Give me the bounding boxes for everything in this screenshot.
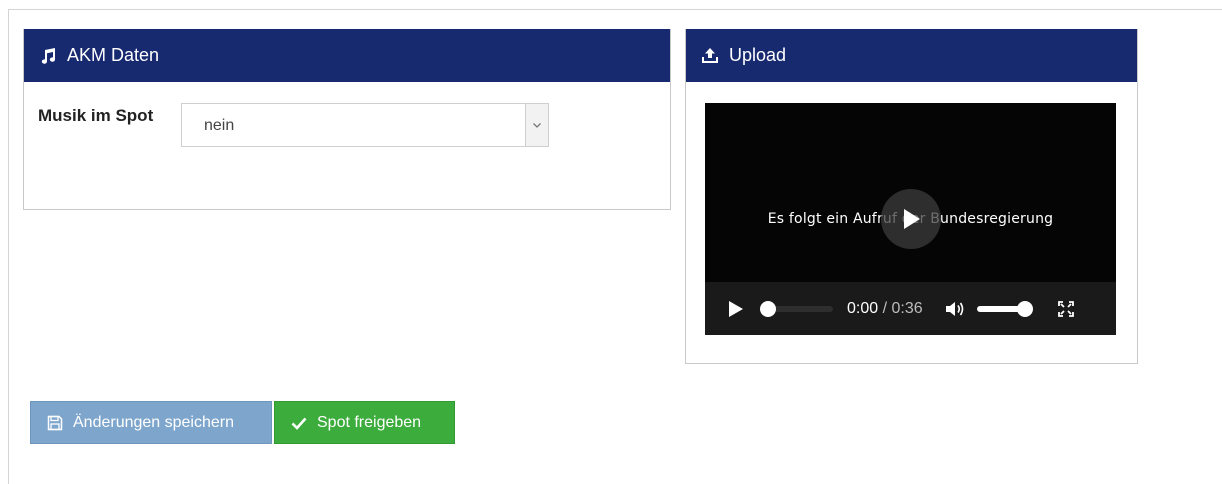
chevron-down-icon[interactable] bbox=[525, 104, 548, 146]
release-spot-label: Spot freigeben bbox=[317, 413, 422, 431]
volume-slider[interactable] bbox=[976, 300, 1033, 317]
play-button[interactable] bbox=[727, 300, 745, 318]
video-player[interactable]: Es folgt ein Aufruf der Bundesregierung … bbox=[705, 103, 1116, 335]
play-icon bbox=[729, 300, 743, 317]
upload-icon bbox=[701, 47, 719, 65]
volume-icon[interactable] bbox=[945, 300, 967, 318]
play-icon bbox=[904, 209, 920, 229]
current-time: 0:00 bbox=[847, 299, 879, 317]
save-changes-label: Änderungen speichern bbox=[73, 413, 235, 431]
checkmark-icon bbox=[291, 415, 307, 431]
music-in-spot-select[interactable]: nein bbox=[181, 103, 549, 147]
volume-handle[interactable] bbox=[1016, 300, 1033, 317]
big-play-button[interactable] bbox=[881, 189, 941, 249]
music-in-spot-value: nein bbox=[204, 117, 235, 134]
akm-panel-title: AKM Daten bbox=[67, 45, 160, 65]
save-changes-button[interactable]: Änderungen speichern bbox=[30, 401, 272, 444]
release-spot-button[interactable]: Spot freigeben bbox=[274, 401, 455, 444]
upload-panel-title: Upload bbox=[729, 45, 787, 65]
duration: / 0:36 bbox=[882, 299, 923, 317]
save-icon bbox=[47, 415, 63, 431]
progress-handle[interactable] bbox=[760, 300, 776, 317]
music-note-icon bbox=[39, 47, 57, 65]
music-in-spot-label: Musik im Spot bbox=[38, 106, 154, 125]
progress-slider[interactable] bbox=[760, 300, 833, 317]
upload-panel-header: Upload bbox=[686, 29, 1137, 82]
akm-panel: AKM Daten Musik im Spot nein bbox=[23, 29, 671, 210]
upload-panel: Upload Es folgt ein Aufruf der Bundesreg… bbox=[685, 29, 1138, 364]
akm-panel-header: AKM Daten bbox=[24, 29, 670, 82]
fullscreen-icon[interactable] bbox=[1057, 300, 1075, 318]
video-controls: 0:00 / 0:36 bbox=[705, 282, 1116, 335]
time-display: 0:00 / 0:36 bbox=[847, 300, 923, 318]
